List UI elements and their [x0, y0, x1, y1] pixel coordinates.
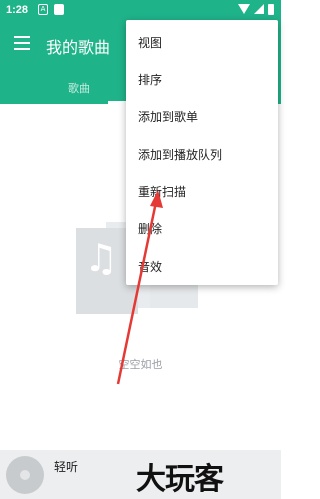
- track-title: 轻听: [54, 460, 79, 474]
- watermark-logo: 大玩客: [136, 462, 224, 497]
- annotation-arrow: [116, 190, 163, 385]
- album-art-icon: [6, 456, 44, 494]
